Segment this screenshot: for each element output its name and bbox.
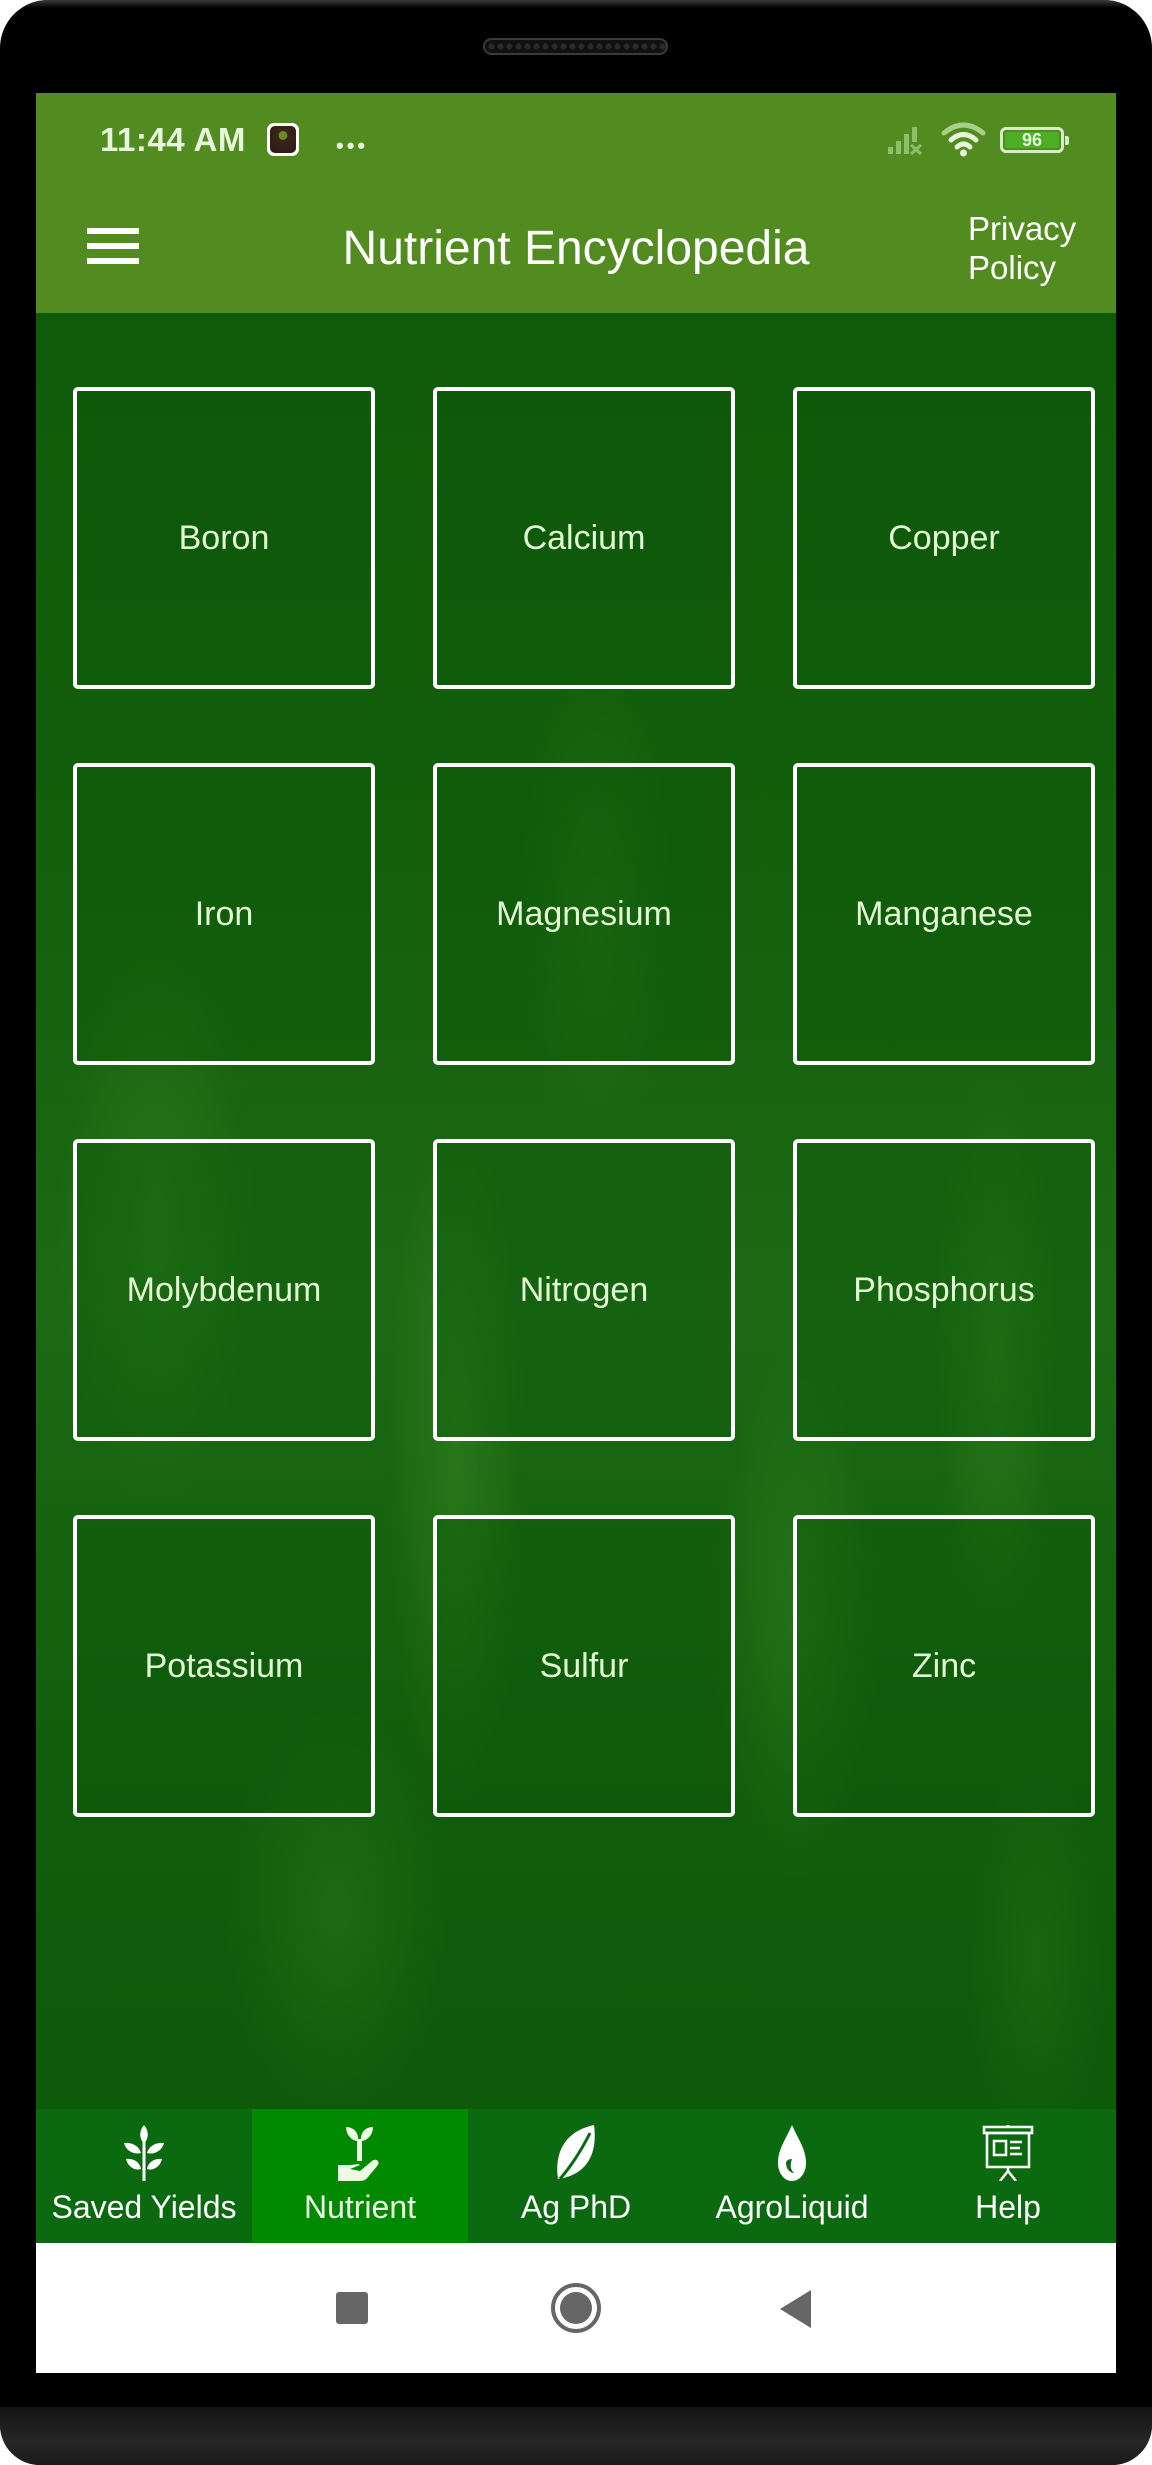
signal-icon xyxy=(888,127,923,155)
status-overflow-dots: ••• xyxy=(336,133,369,158)
nutrient-tile-calcium[interactable]: Calcium xyxy=(433,387,735,689)
battery-level: 96 xyxy=(1021,130,1043,150)
nutrient-tile-nitrogen[interactable]: Nitrogen xyxy=(433,1139,735,1441)
phone-chin xyxy=(0,2407,1152,2465)
nav-label: Help xyxy=(975,2189,1041,2225)
device-screen: 11:44 AM ••• 96 Nutrient Encyclopedia Pr… xyxy=(36,93,1116,2373)
nav-tab-agroliquid[interactable]: AgroLiquid xyxy=(684,2109,900,2243)
tile-label: Sulfur xyxy=(539,1646,629,1685)
nutrient-tile-sulfur[interactable]: Sulfur xyxy=(433,1515,735,1817)
tile-label: Iron xyxy=(194,894,254,933)
recents-icon[interactable] xyxy=(336,2292,368,2324)
tile-label: Zinc xyxy=(911,1646,977,1685)
app-notification-icon xyxy=(267,123,299,156)
bottom-navigation: Saved Yields Nutrient Ag PhD AgroLiquid … xyxy=(36,2109,1116,2243)
nutrient-tile-zinc[interactable]: Zinc xyxy=(793,1515,1095,1817)
nav-tab-help[interactable]: Help xyxy=(900,2109,1116,2243)
speaker-grille xyxy=(483,38,668,55)
nav-tab-saved-yields[interactable]: Saved Yields xyxy=(36,2109,252,2243)
wheat-icon xyxy=(124,2125,164,2181)
page-title: Nutrient Encyclopedia xyxy=(342,222,810,275)
nav-tab-nutrient[interactable]: Nutrient xyxy=(252,2109,468,2243)
wifi-icon xyxy=(941,122,986,157)
nav-tab-ag-phd[interactable]: Ag PhD xyxy=(468,2109,684,2243)
nutrient-tile-copper[interactable]: Copper xyxy=(793,387,1095,689)
tile-label: Magnesium xyxy=(496,894,672,933)
tile-label: Phosphorus xyxy=(853,1270,1035,1309)
tile-label: Copper xyxy=(888,518,1000,557)
seedling-hand-icon xyxy=(338,2127,379,2181)
tile-label: Nitrogen xyxy=(519,1270,649,1309)
nutrient-tile-potassium[interactable]: Potassium xyxy=(73,1515,375,1817)
tile-label: Potassium xyxy=(144,1646,304,1685)
tile-label: Manganese xyxy=(855,894,1033,933)
battery-icon: 96 xyxy=(1000,127,1069,153)
nutrient-tile-magnesium[interactable]: Magnesium xyxy=(433,763,735,1065)
nutrient-grid: Boron Calcium Copper Iron Magnesium Mang… xyxy=(36,313,1116,2109)
nav-label: Nutrient xyxy=(303,2189,417,2225)
droplet-icon xyxy=(778,2125,806,2181)
status-time: 11:44 AM xyxy=(100,121,246,158)
nav-label: Ag PhD xyxy=(520,2189,632,2225)
nutrient-tile-phosphorus[interactable]: Phosphorus xyxy=(793,1139,1095,1441)
nutrient-tile-boron[interactable]: Boron xyxy=(73,387,375,689)
home-icon[interactable] xyxy=(551,2283,601,2333)
tile-label: Boron xyxy=(178,518,270,557)
nutrient-tile-molybdenum[interactable]: Molybdenum xyxy=(73,1139,375,1441)
phone-frame: 11:44 AM ••• 96 Nutrient Encyclopedia Pr… xyxy=(0,0,1152,2465)
privacy-policy-link[interactable]: Privacy Policy xyxy=(968,209,1108,287)
nutrient-tile-iron[interactable]: Iron xyxy=(73,763,375,1065)
nutrient-tile-manganese[interactable]: Manganese xyxy=(793,763,1095,1065)
app-bar: 11:44 AM ••• 96 Nutrient Encyclopedia Pr… xyxy=(36,93,1116,313)
phone-top-edge xyxy=(0,0,1152,8)
nav-label: AgroLiquid xyxy=(715,2189,869,2225)
tile-label: Calcium xyxy=(522,518,646,557)
back-icon[interactable] xyxy=(780,2290,811,2328)
tile-label: Molybdenum xyxy=(126,1270,322,1309)
presentation-board-icon xyxy=(982,2125,1034,2181)
nav-label: Saved Yields xyxy=(51,2189,237,2225)
leaf-icon xyxy=(557,2125,595,2180)
system-navigation-bar xyxy=(36,2243,1116,2373)
